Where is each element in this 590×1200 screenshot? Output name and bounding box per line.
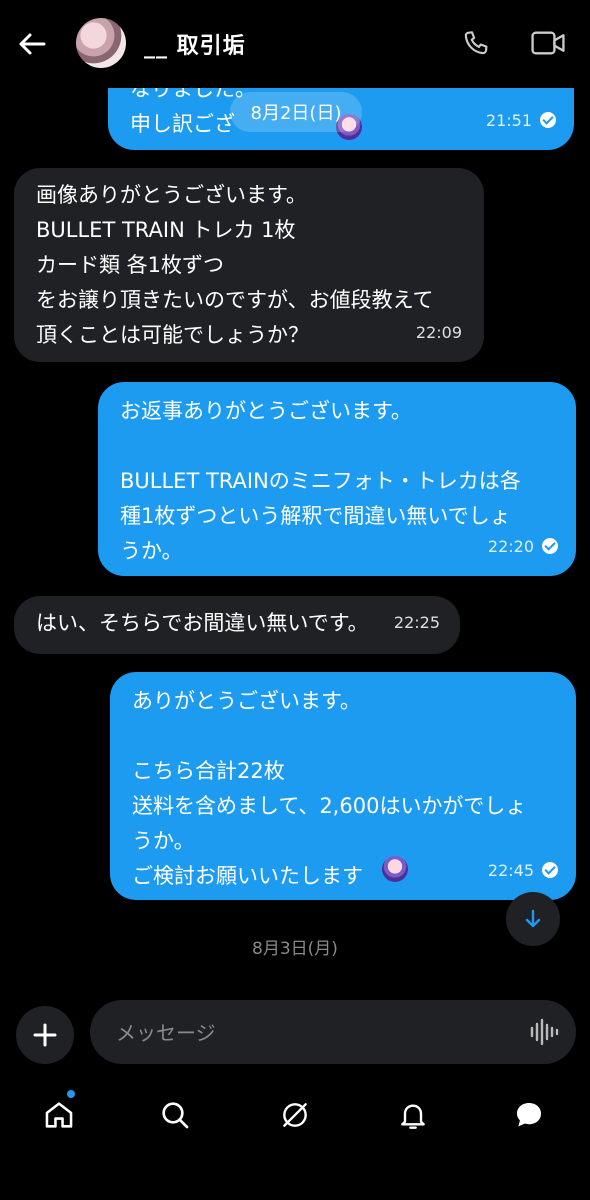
- read-check-icon: [542, 862, 558, 878]
- read-check-icon: [540, 112, 556, 128]
- search-icon[interactable]: [154, 1094, 196, 1136]
- conversation-title[interactable]: __ 取引垢: [144, 28, 246, 60]
- bottom-navigation: [0, 1080, 590, 1150]
- message-time: 22:25: [393, 613, 440, 632]
- notification-dot: [67, 1090, 75, 1098]
- voice-message-icon[interactable]: [528, 1016, 560, 1048]
- message-time: 22:09: [415, 323, 462, 342]
- message-time: 22:45: [488, 853, 558, 888]
- date-divider: 8月2日(日): [230, 92, 362, 132]
- chat-header: __ 取引垢: [0, 0, 590, 88]
- messages-icon[interactable]: [508, 1094, 550, 1136]
- message-composer: [90, 1000, 576, 1064]
- date-divider: 8月3日(月): [252, 939, 338, 959]
- bowing-emoji-icon: [382, 856, 408, 882]
- arrow-down-icon: [525, 909, 541, 928]
- message-outgoing[interactable]: ありがとうございます。 こちら合計22枚 送料を含めまして、2,600はいかがで…: [110, 672, 576, 900]
- message-text: はい、そちらでお間違い無いです。: [36, 611, 369, 635]
- avatar[interactable]: [76, 18, 126, 68]
- back-arrow-icon[interactable]: [14, 28, 50, 60]
- add-attachment-button[interactable]: [16, 1006, 74, 1064]
- plus-icon: [33, 1023, 57, 1047]
- grok-icon[interactable]: [274, 1094, 316, 1136]
- message-time: 21:51: [486, 103, 556, 138]
- message-incoming[interactable]: 画像ありがとうございます。 BULLET TRAIN トレカ 1枚 カード類 各…: [14, 168, 484, 362]
- message-outgoing[interactable]: お返事ありがとうございます。 BULLET TRAINのミニフォト・トレカは各 …: [98, 382, 576, 576]
- message-input[interactable]: [114, 1012, 498, 1054]
- read-check-icon: [542, 538, 558, 554]
- home-icon[interactable]: [38, 1094, 80, 1136]
- video-icon[interactable]: [530, 28, 566, 60]
- phone-icon[interactable]: [460, 28, 492, 60]
- message-time: 22:20: [488, 529, 558, 564]
- message-incoming[interactable]: はい、そちらでお間違い無いです。 22:25: [14, 596, 460, 654]
- notifications-icon[interactable]: [392, 1094, 434, 1136]
